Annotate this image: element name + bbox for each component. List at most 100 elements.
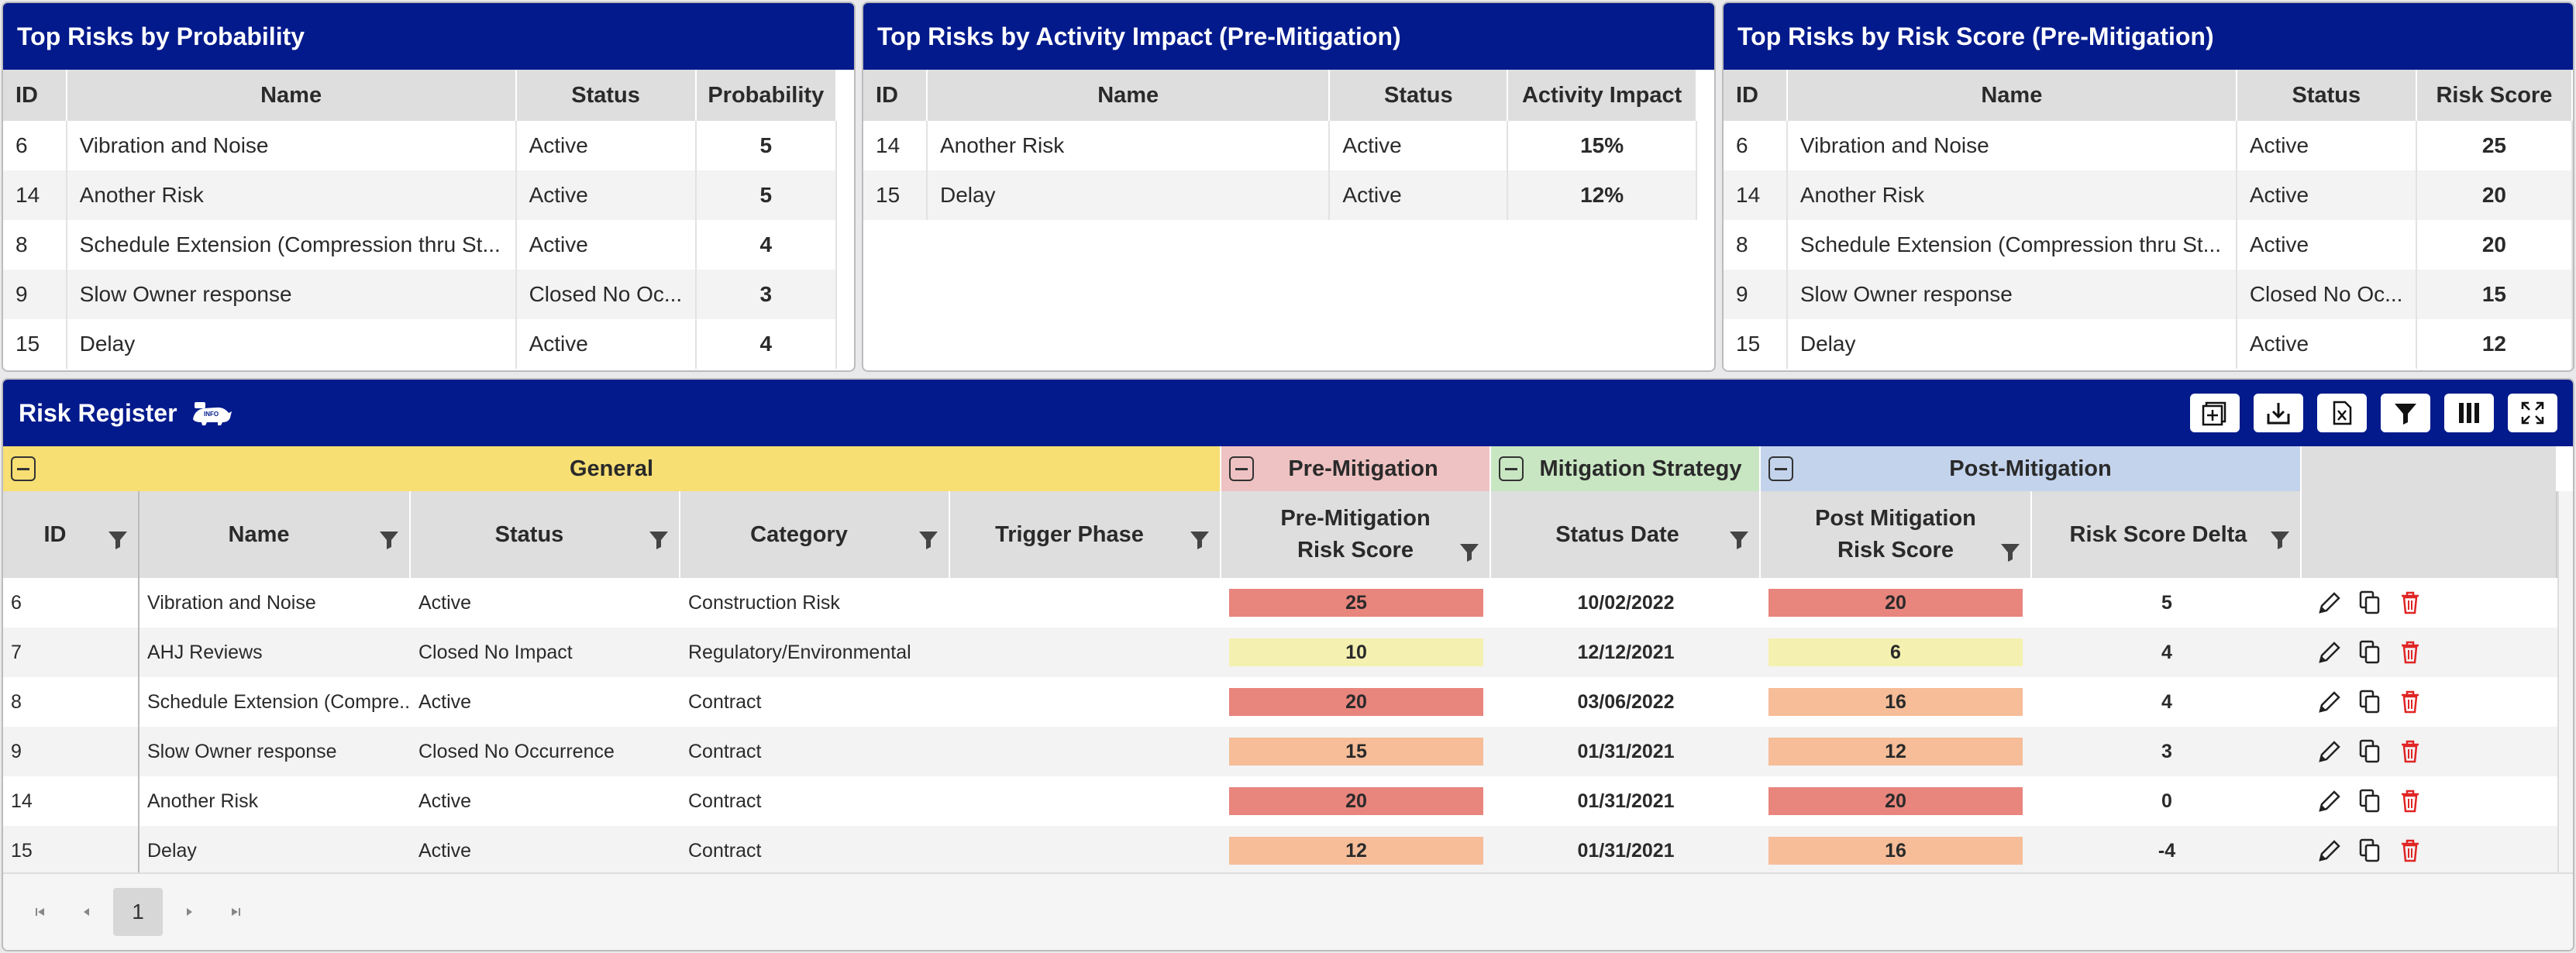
table-row[interactable]: 9 Slow Owner response Closed No Occurrence… <box>3 727 2561 776</box>
table-row[interactable]: 8 Schedule Extension (Compression thru St… <box>3 220 838 270</box>
col-header-name[interactable]: Name <box>1786 70 2237 121</box>
pre-mitigation-score-bar: 12 <box>1229 837 1483 865</box>
add-row-icon <box>2202 401 2226 426</box>
copy-icon[interactable] <box>2356 638 2384 666</box>
filter-icon[interactable] <box>918 528 939 550</box>
edit-icon[interactable] <box>2316 837 2344 865</box>
cell-status-date: 01/31/2021 <box>1577 740 1675 762</box>
delete-icon[interactable] <box>2396 688 2424 716</box>
fullscreen-button[interactable] <box>2508 394 2557 432</box>
col-header-name[interactable]: Name <box>66 70 517 121</box>
filter-icon[interactable] <box>378 528 400 550</box>
table-row[interactable]: 7 AHJ Reviews Closed No Impact Regulatory/E… <box>3 628 2561 677</box>
copy-icon[interactable] <box>2356 738 2384 765</box>
cell-category: Contract <box>688 790 762 812</box>
post-mitigation-score-bar: 20 <box>1768 787 2023 815</box>
delete-icon[interactable] <box>2396 738 2424 765</box>
cell-value: 4 <box>695 220 838 270</box>
edit-icon[interactable] <box>2316 738 2344 765</box>
col-header-status[interactable]: Status <box>1329 70 1509 121</box>
col-header-id[interactable]: ID <box>3 491 139 578</box>
collapse-pre-button[interactable] <box>1229 456 1254 481</box>
rhino-info-icon[interactable]: INFO <box>190 399 233 427</box>
cell-value: 20 <box>2416 220 2573 270</box>
delete-icon[interactable] <box>2396 837 2424 865</box>
last-page-button[interactable] <box>219 895 253 929</box>
columns-button[interactable] <box>2444 394 2494 432</box>
copy-icon[interactable] <box>2356 787 2384 815</box>
cell-name: Delay <box>926 170 1331 220</box>
col-header-risk-score-delta[interactable]: Risk Score Delta <box>2032 491 2302 578</box>
register-toolbar <box>2190 394 2557 432</box>
edit-icon[interactable] <box>2316 688 2344 716</box>
export-button[interactable] <box>2254 394 2303 432</box>
group-post-label: Post-Mitigation <box>1949 456 2112 481</box>
table-row[interactable]: 6 Vibration and Noise Active 5 <box>3 121 838 170</box>
cell-id: 9 <box>3 727 139 776</box>
filter-icon[interactable] <box>107 528 129 550</box>
col-header-status[interactable]: Status <box>515 70 697 121</box>
table-row[interactable]: 14 Another Risk Active 15% <box>863 121 1697 170</box>
table-row[interactable]: 8 Schedule Extension (Compre... Active Cont… <box>3 677 2561 727</box>
cell-category: Construction Risk <box>688 591 840 614</box>
col-header-status[interactable]: Status <box>2236 70 2417 121</box>
excel-export-button[interactable] <box>2317 394 2367 432</box>
table-row[interactable]: 15 Delay Active 4 <box>3 319 838 369</box>
table-row[interactable]: 14 Another Risk Active 20 <box>1724 170 2573 220</box>
col-header-pre-mitigation-score[interactable]: Pre-Mitigation Risk Score <box>1221 491 1491 578</box>
filter-icon[interactable] <box>648 528 670 550</box>
copy-icon[interactable] <box>2356 688 2384 716</box>
prev-page-button[interactable] <box>70 895 104 929</box>
col-header-activity-impact[interactable]: Activity Impact <box>1507 70 1697 121</box>
table-row[interactable]: 15 Delay Active 12 <box>1724 319 2573 369</box>
filter-icon[interactable] <box>1728 528 1750 550</box>
col-header-id[interactable]: ID <box>863 70 928 121</box>
table-row[interactable]: 8 Schedule Extension (Compression thru St… <box>1724 220 2573 270</box>
col-header-category[interactable]: Category <box>680 491 950 578</box>
filter-icon[interactable] <box>1458 541 1480 563</box>
post-mitigation-score-bar: 6 <box>1768 638 2023 666</box>
add-row-button[interactable] <box>2190 394 2240 432</box>
cell-status-date: 01/31/2021 <box>1577 839 1675 862</box>
col-header-status-date[interactable]: Status Date <box>1491 491 1761 578</box>
table-row[interactable]: 15 Delay Active Contract 12 01/31/2021 16 -4 <box>3 826 2561 876</box>
cell-id: 14 <box>863 121 928 170</box>
filter-icon[interactable] <box>1999 541 2021 563</box>
table-row[interactable]: 6 Vibration and Noise Active Construction R… <box>3 578 2561 628</box>
table-row[interactable]: 9 Slow Owner response Closed No Oc... 15 <box>1724 270 2573 319</box>
edit-icon[interactable] <box>2316 787 2344 815</box>
page-number-current[interactable]: 1 <box>113 888 163 936</box>
delete-icon[interactable] <box>2396 787 2424 815</box>
filter-icon[interactable] <box>2269 528 2291 550</box>
filter-icon[interactable] <box>1189 528 1211 550</box>
delete-icon[interactable] <box>2396 638 2424 666</box>
register-vertical-scrollbar[interactable] <box>2557 491 2573 879</box>
delete-icon[interactable] <box>2396 589 2424 617</box>
col-header-probability[interactable]: Probability <box>695 70 838 121</box>
next-page-button[interactable] <box>172 895 206 929</box>
first-page-button[interactable] <box>23 895 57 929</box>
table-row[interactable]: 14 Another Risk Active 5 <box>3 170 838 220</box>
table-row[interactable]: 6 Vibration and Noise Active 25 <box>1724 121 2573 170</box>
filter-button[interactable] <box>2381 394 2430 432</box>
copy-icon[interactable] <box>2356 837 2384 865</box>
table-row[interactable]: 14 Another Risk Active Contract 20 01/31/2021… <box>3 776 2561 826</box>
table-row[interactable]: 9 Slow Owner response Closed No Oc... 3 <box>3 270 838 319</box>
col-header-trigger-phase[interactable]: Trigger Phase <box>950 491 1221 578</box>
collapse-general-button[interactable] <box>11 456 36 481</box>
collapse-strategy-button[interactable] <box>1499 456 1524 481</box>
col-header-id[interactable]: ID <box>3 70 67 121</box>
col-header-name[interactable]: Name <box>926 70 1331 121</box>
edit-icon[interactable] <box>2316 589 2344 617</box>
col-header-status[interactable]: Status <box>411 491 680 578</box>
edit-icon[interactable] <box>2316 638 2344 666</box>
collapse-post-button[interactable] <box>1768 456 1793 481</box>
col-header-post-mitigation-score[interactable]: Post Mitigation Risk Score <box>1761 491 2032 578</box>
cell-name: Slow Owner response <box>1786 270 2237 319</box>
copy-icon[interactable] <box>2356 589 2384 617</box>
table-row[interactable]: 15 Delay Active 12% <box>863 170 1697 220</box>
col-header-risk-score[interactable]: Risk Score <box>2416 70 2573 121</box>
col-header-id[interactable]: ID <box>1724 70 1788 121</box>
cell-status-date: 12/12/2021 <box>1577 641 1675 663</box>
col-header-name[interactable]: Name <box>139 491 411 578</box>
